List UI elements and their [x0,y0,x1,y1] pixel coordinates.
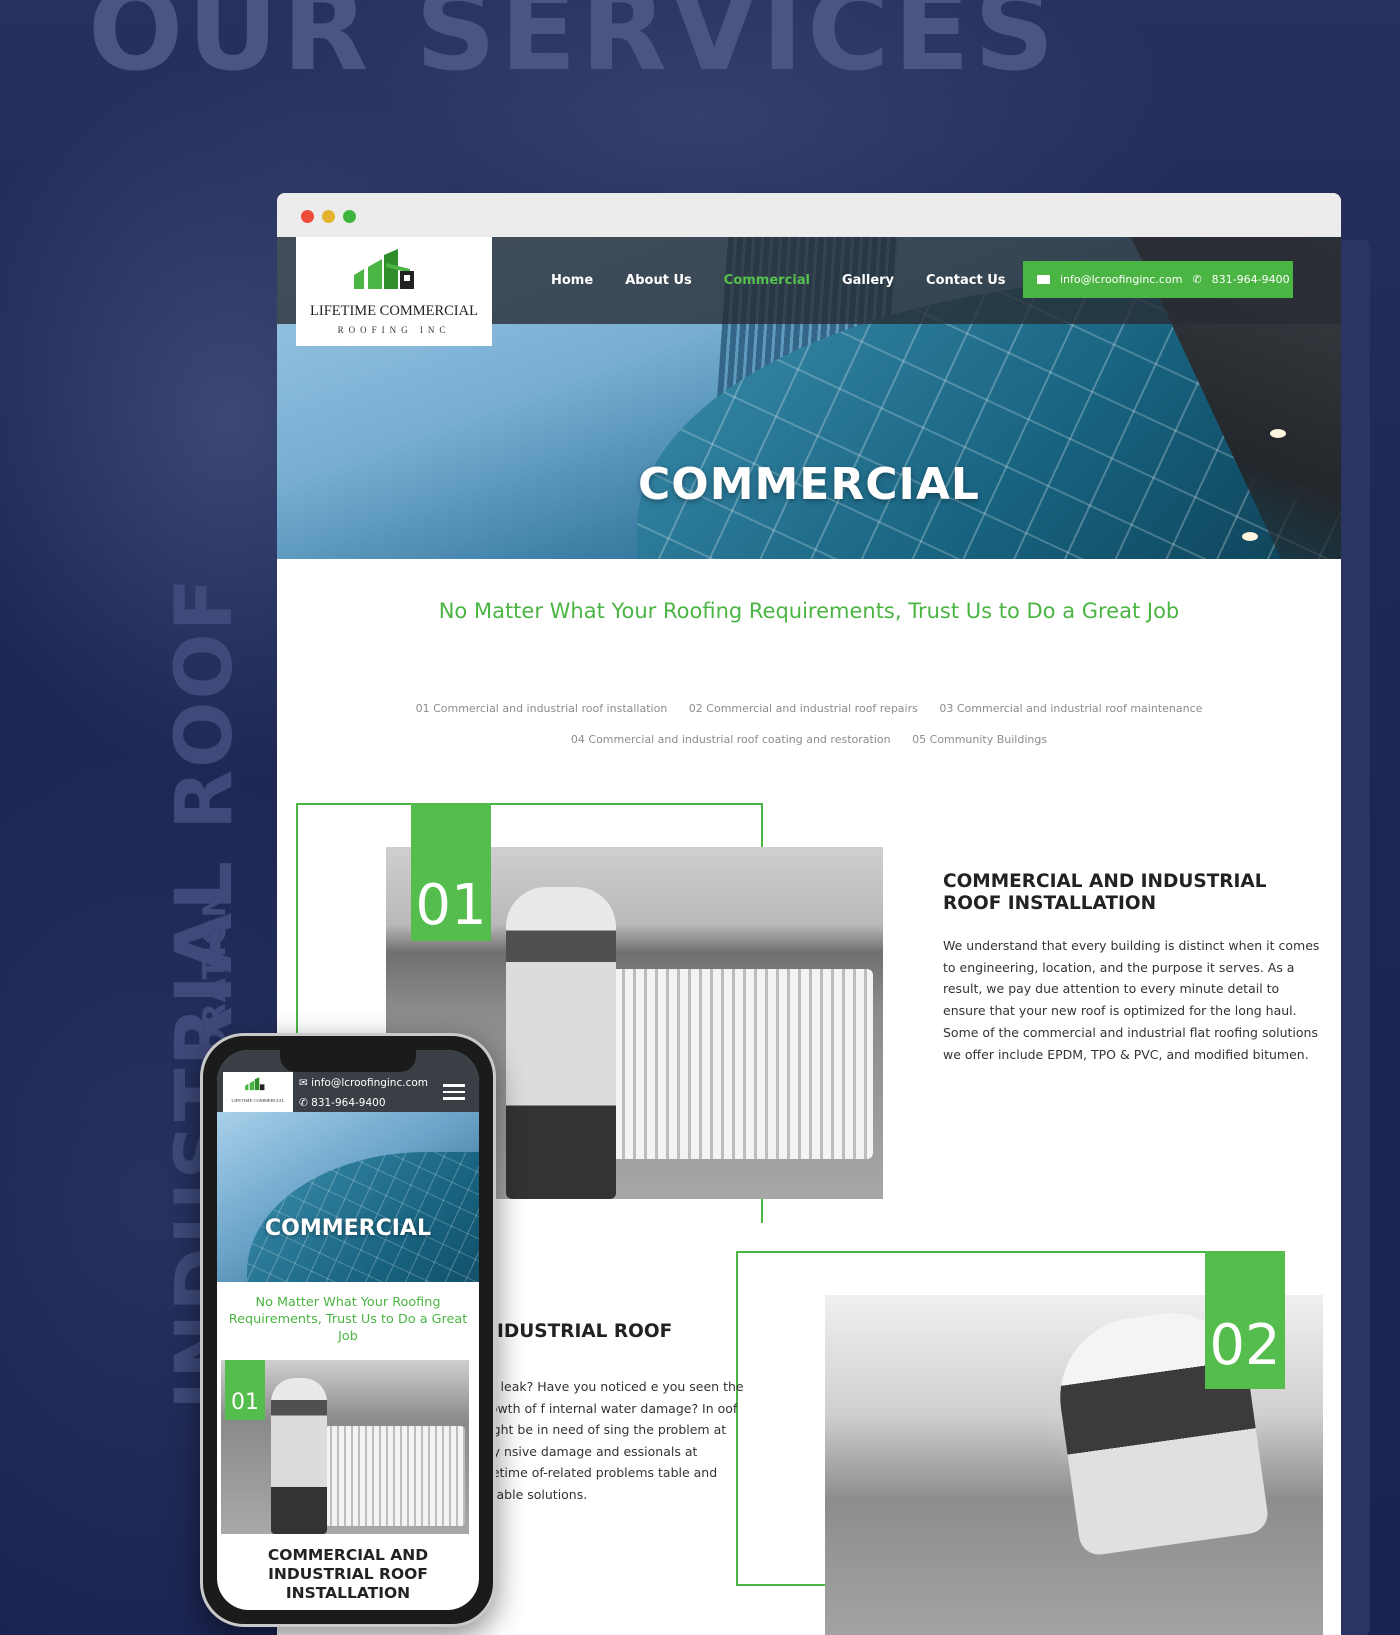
service-links: 01 Commercial and industrial roof instal… [277,693,1341,755]
section-2-title: IDUSTRIAL ROOF [497,1321,673,1342]
ac-units-image [325,1426,465,1526]
hero-title: COMMERCIAL [638,459,980,510]
nav-contact-us[interactable]: Contact Us [926,273,1005,288]
phone-icon: ✆ [1192,273,1202,286]
service-link-3[interactable]: 03 Commercial and industrial roof mainte… [939,702,1202,715]
mail-icon [1037,275,1050,284]
ceiling-lamp [1242,532,1258,541]
worker-image [271,1378,327,1534]
section-2-body: g a leak? Have you noticed e you seen th… [477,1379,744,1502]
mobile-section-title: COMMERCIAL AND INDUSTRIAL ROOF INSTALLAT… [267,1546,429,1602]
logo-building-icon [354,249,414,289]
service-link-5[interactable]: 05 Community Buildings [912,733,1047,746]
logo-name: LIFETIME COMMERCIAL [310,303,478,319]
mobile-logo[interactable]: LIFETIME COMMERCIAL [223,1072,293,1112]
mobile-phone-mockup: LIFETIME COMMERCIAL ✉ info@lcroofinginc.… [200,1033,496,1627]
section-2-number-badge: 02 [1205,1251,1285,1389]
close-window-dot[interactable] [301,210,314,223]
showcase-title: OUR SERVICES [88,0,1059,96]
mobile-phone-text: 831-964-9400 [311,1097,386,1109]
service-link-2[interactable]: 02 Commercial and industrial roof repair… [689,702,918,715]
ceiling-lamp [1270,429,1286,438]
contact-phone-link[interactable]: 831-964-9400 [1212,273,1290,286]
mobile-hero: COMMERCIAL [217,1112,479,1282]
maximize-window-dot[interactable] [343,210,356,223]
service-link-4[interactable]: 04 Commercial and industrial roof coatin… [571,733,891,746]
hamburger-menu-icon[interactable] [443,1084,465,1104]
contact-email-link[interactable]: info@lcroofinginc.com [1060,273,1182,286]
phone-notch [280,1050,416,1072]
contact-bar: info@lcroofinginc.com ✆ 831-964-9400 [1023,261,1293,298]
section-1-title: COMMERCIAL AND INDUSTRIAL ROOF INSTALLAT… [943,871,1267,914]
ac-units-image [603,969,873,1159]
nav-gallery[interactable]: Gallery [842,273,894,288]
logo-subtitle: ROOFING INC [337,325,451,335]
mobile-email-link[interactable]: ✉ info@lcroofinginc.com [299,1077,428,1089]
mobile-phone-link[interactable]: ✆ 831-964-9400 [299,1097,386,1109]
mobile-number-badge: 01 [225,1360,265,1420]
hero-banner: LIFETIME COMMERCIAL ROOFING INC Home Abo… [277,237,1341,559]
mobile-logo-name: LIFETIME COMMERCIAL [231,1098,285,1103]
logo-building-icon [245,1077,265,1091]
nav-home[interactable]: Home [551,273,593,288]
mobile-email-text: info@lcroofinginc.com [311,1077,428,1089]
section-1-number-badge: 01 [411,803,491,941]
mobile-tagline: No Matter What Your Roofing Requirements… [228,1295,468,1344]
nav-commercial[interactable]: Commercial [724,273,810,288]
minimize-window-dot[interactable] [322,210,335,223]
site-logo[interactable]: LIFETIME COMMERCIAL ROOFING INC [296,237,492,346]
mobile-screen: LIFETIME COMMERCIAL ✉ info@lcroofinginc.… [217,1050,479,1610]
section-1-body: We understand that every building is dis… [943,938,1320,1062]
browser-chrome [277,193,1341,237]
page-tagline: No Matter What Your Roofing Requirements… [438,599,1180,623]
main-navigation: Home About Us Commercial Gallery Contact… [551,273,1038,288]
service-link-1[interactable]: 01 Commercial and industrial roof instal… [416,702,668,715]
nav-about-us[interactable]: About Us [625,273,692,288]
worker-image [506,887,616,1199]
mobile-hero-title: COMMERCIAL [265,1216,431,1241]
